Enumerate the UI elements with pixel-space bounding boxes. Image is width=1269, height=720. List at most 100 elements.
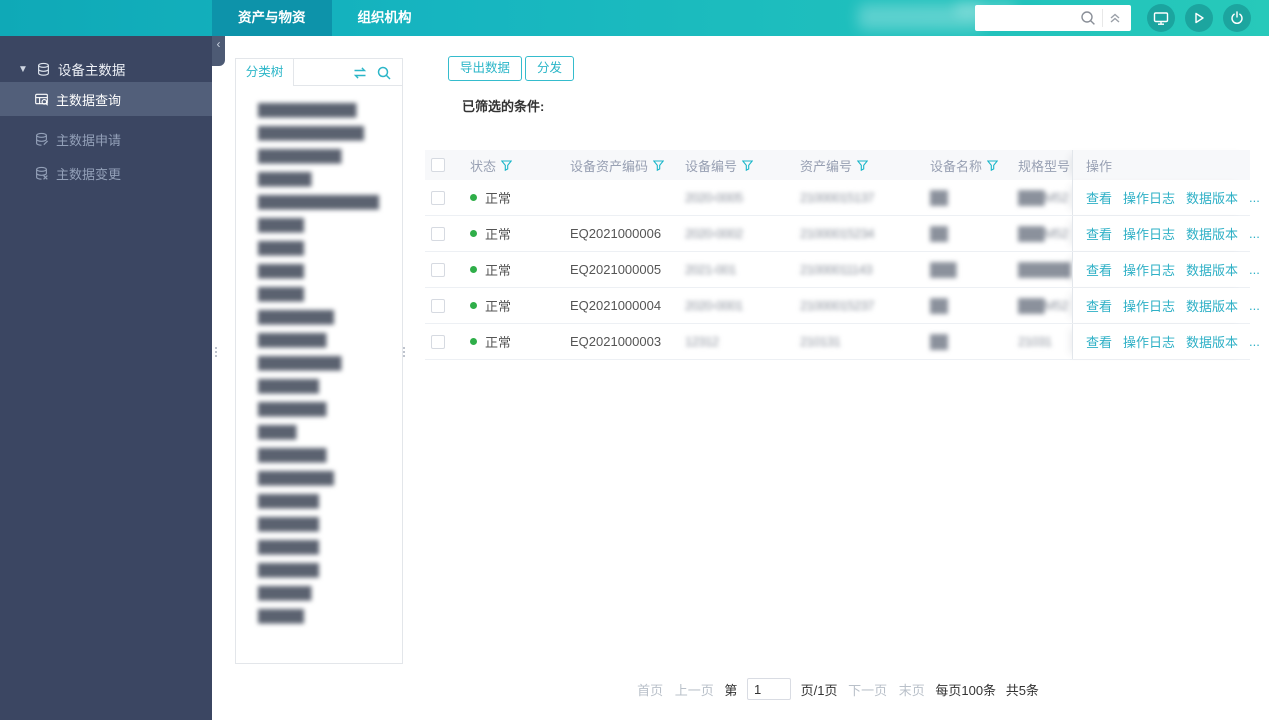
row-checkbox[interactable]	[431, 262, 445, 277]
tree-item-redacted[interactable]: ███████████	[236, 352, 402, 375]
operation-log-link[interactable]: 操作日志	[1123, 332, 1175, 351]
table-search-icon	[34, 92, 49, 107]
tab-organization[interactable]: 组织机构	[332, 0, 438, 36]
asset-code-cell: EQ2021000006	[570, 226, 662, 241]
page-number-input[interactable]	[746, 678, 791, 700]
sidebar-item-master-data-apply[interactable]: 主数据申请	[0, 122, 212, 156]
data-version-link[interactable]: 数据版本	[1186, 296, 1238, 315]
model-cell-redacted: ███M52	[1018, 226, 1068, 241]
swap-icon[interactable]	[352, 65, 368, 81]
first-page-link[interactable]: 首页	[637, 683, 663, 698]
data-version-link[interactable]: 数据版本	[1186, 332, 1238, 351]
tree-item-redacted[interactable]: ███████	[236, 168, 402, 191]
tree-item-redacted[interactable]: ████████	[236, 375, 402, 398]
logout-button[interactable]	[1223, 4, 1251, 32]
tree-item-redacted[interactable]: ████████████████	[236, 191, 402, 214]
prev-page-link[interactable]: 上一页	[675, 683, 714, 698]
tree-item-redacted[interactable]: ████████	[236, 559, 402, 582]
tree-item-redacted[interactable]: █████████	[236, 398, 402, 421]
tree-item-redacted[interactable]: ████████	[236, 490, 402, 513]
operation-log-link[interactable]: 操作日志	[1123, 260, 1175, 279]
filter-icon[interactable]	[501, 159, 513, 171]
filter-icon[interactable]	[987, 159, 999, 171]
data-version-link[interactable]: 数据版本	[1186, 260, 1238, 279]
more-actions-link[interactable]: ...	[1249, 262, 1260, 277]
more-actions-link[interactable]: ...	[1249, 334, 1260, 349]
tree-item-redacted[interactable]: ██████	[236, 237, 402, 260]
row-checkbox[interactable]	[431, 190, 445, 205]
pagination: 首页 上一页 第 页/1页 下一页 末页 每页100条 共5条	[425, 678, 1250, 700]
table-row[interactable]: 正常 EQ2021000005 2021-001 21000011143 ███…	[425, 252, 1260, 288]
view-link[interactable]: 查看	[1086, 224, 1112, 243]
global-search-input[interactable]	[981, 5, 1073, 31]
operation-log-link[interactable]: 操作日志	[1123, 296, 1175, 315]
row-checkbox[interactable]	[431, 334, 445, 349]
sidebar-item-master-data-change[interactable]: 主数据变更	[0, 156, 212, 190]
filter-icon[interactable]	[742, 159, 754, 171]
row-checkbox[interactable]	[431, 298, 445, 313]
tab-category-tree[interactable]: 分类树	[236, 59, 294, 86]
view-link[interactable]: 查看	[1086, 188, 1112, 207]
more-actions-link[interactable]: ...	[1249, 298, 1260, 313]
view-link[interactable]: 查看	[1086, 296, 1112, 315]
tree-item-redacted[interactable]: ██████	[236, 214, 402, 237]
sidebar-group-equipment-master-data[interactable]: ▼ 设备主数据	[0, 54, 212, 84]
module-tabs: 资产与物资 组织机构	[212, 0, 438, 36]
tree-item-redacted[interactable]: ██████████	[236, 467, 402, 490]
operation-log-link[interactable]: 操作日志	[1123, 188, 1175, 207]
tree-item-redacted[interactable]: ██████	[236, 260, 402, 283]
more-actions-link[interactable]: ...	[1249, 226, 1260, 241]
export-data-button[interactable]: 导出数据	[448, 56, 523, 81]
sidebar-item-label: 主数据查询	[56, 92, 122, 108]
table-row[interactable]: 正常 2020-0005 21000015137 ██ ███M52 查看 操作…	[425, 180, 1260, 216]
model-cell-redacted: ██████	[1018, 262, 1071, 277]
tree-item-redacted[interactable]: █████████████	[236, 99, 402, 122]
per-page-label: 每页100条	[935, 682, 997, 698]
data-version-link[interactable]: 数据版本	[1186, 188, 1238, 207]
tree-item-redacted[interactable]: ███████	[236, 582, 402, 605]
tree-item-redacted[interactable]: ███████████	[236, 145, 402, 168]
tree-item-redacted[interactable]: ████████	[236, 536, 402, 559]
equipment-no-cell-redacted: 2020-0002	[685, 226, 743, 241]
data-version-link[interactable]: 数据版本	[1186, 224, 1238, 243]
operations-cell: 查看 操作日志 数据版本 ...	[1072, 252, 1260, 287]
sidebar-item-master-data-query[interactable]: 主数据查询	[0, 82, 212, 116]
chevron-double-up-icon[interactable]	[1102, 9, 1125, 27]
last-page-link[interactable]: 末页	[899, 683, 925, 698]
tree-item-redacted[interactable]: █████████	[236, 329, 402, 352]
distribute-button[interactable]: 分发	[525, 56, 575, 81]
tab-assets-materials[interactable]: 资产与物资	[212, 0, 332, 36]
asset-code-cell: EQ2021000005	[570, 262, 662, 277]
operation-log-link[interactable]: 操作日志	[1123, 224, 1175, 243]
tree-item-redacted[interactable]: ██████	[236, 605, 402, 628]
tree-item-redacted[interactable]: ████████	[236, 513, 402, 536]
table-row[interactable]: 正常 EQ2021000003 12312 210131 ██ 21031 查看…	[425, 324, 1260, 360]
filter-icon[interactable]	[857, 159, 869, 171]
run-button[interactable]	[1185, 4, 1213, 32]
tree-item-redacted[interactable]: █████	[236, 421, 402, 444]
filter-icon[interactable]	[653, 159, 665, 171]
page-count-label: 页/1页	[800, 682, 838, 698]
next-page-link[interactable]: 下一页	[848, 683, 887, 698]
select-all-checkbox[interactable]	[431, 158, 445, 172]
monitor-icon	[1153, 11, 1169, 26]
table-row[interactable]: 正常 EQ2021000006 2020-0002 21000015234 ██…	[425, 216, 1260, 252]
tree-item-redacted[interactable]: ██████	[236, 283, 402, 306]
tree-search-icon[interactable]	[376, 65, 392, 81]
row-checkbox[interactable]	[431, 226, 445, 241]
more-actions-link[interactable]: ...	[1249, 190, 1260, 205]
panel-resize-handle-right[interactable]	[401, 344, 406, 360]
play-icon	[1192, 11, 1206, 25]
view-link[interactable]: 查看	[1086, 260, 1112, 279]
column-header-asset-code: 设备资产编码	[570, 158, 649, 174]
view-link[interactable]: 查看	[1086, 332, 1112, 351]
panel-resize-handle-left[interactable]	[213, 344, 218, 360]
monitor-button[interactable]	[1147, 4, 1175, 32]
column-header-model: 规格型号	[1018, 158, 1071, 174]
tree-item-redacted[interactable]: ██████████████	[236, 122, 402, 145]
tree-item-redacted[interactable]: ██████████	[236, 306, 402, 329]
model-cell-redacted: ███M52	[1018, 298, 1068, 313]
tree-item-redacted[interactable]: █████████	[236, 444, 402, 467]
search-icon[interactable]	[1079, 9, 1097, 27]
table-row[interactable]: 正常 EQ2021000004 2020-0001 21000015237 ██…	[425, 288, 1260, 324]
